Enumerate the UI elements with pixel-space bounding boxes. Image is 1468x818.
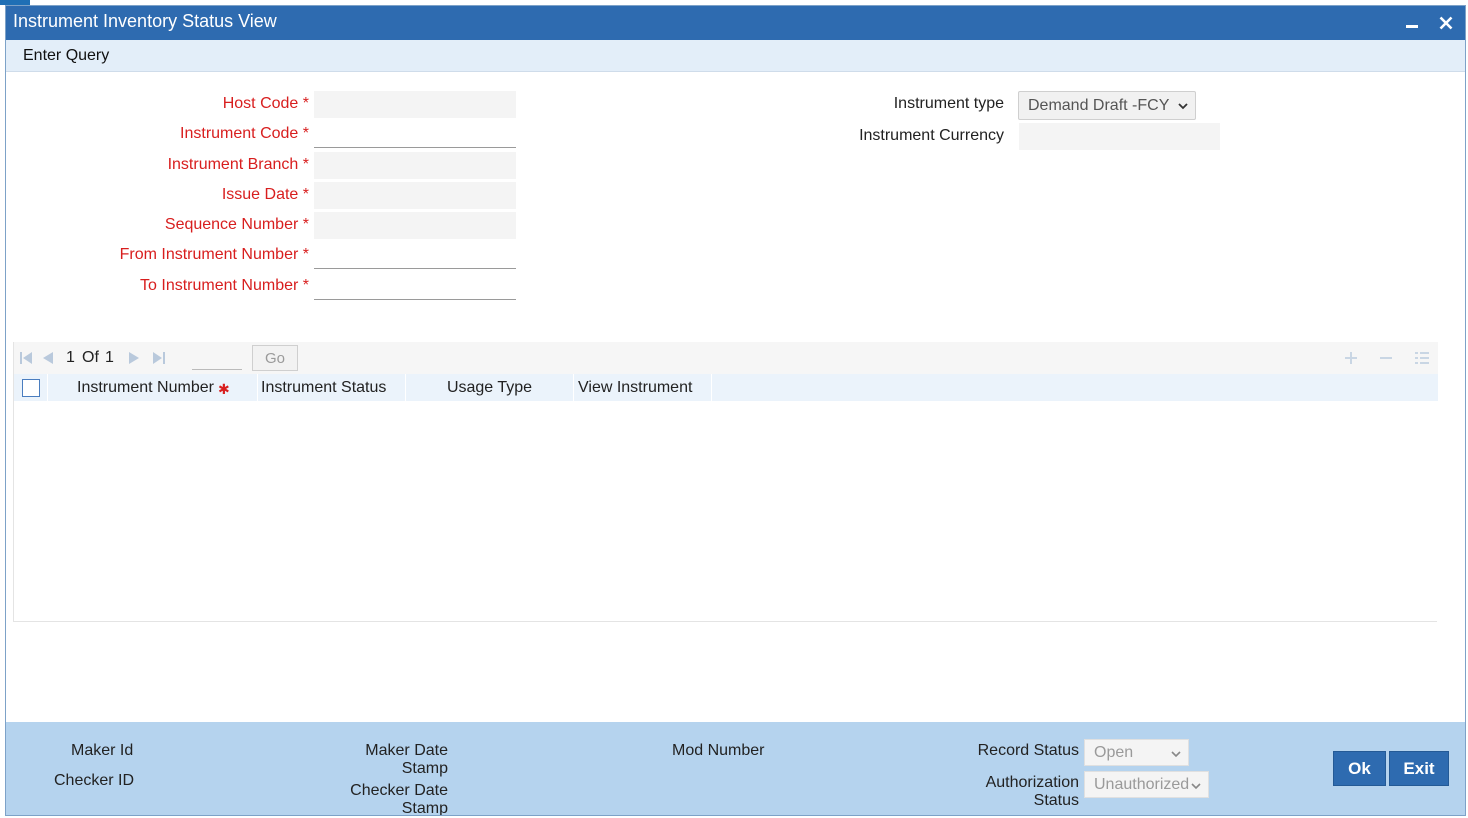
instrument-branch-input[interactable]	[314, 152, 516, 179]
grid-pager: 1 Of 1 Go	[14, 342, 1438, 374]
record-status-value: Open	[1094, 743, 1134, 761]
required-star: ✱	[217, 380, 230, 397]
select-all-cell	[14, 374, 48, 401]
host-code-label: Host Code *	[222, 95, 309, 112]
to-instrument-number-label: To Instrument Number *	[140, 277, 309, 294]
issue-date-label: Issue Date *	[221, 186, 309, 203]
ok-button[interactable]: Ok	[1333, 751, 1386, 786]
enter-query-menu-item[interactable]: Enter Query	[23, 47, 109, 65]
instrument-code-label: Instrument Code *	[180, 125, 309, 142]
record-status-select[interactable]: Open	[1084, 739, 1189, 766]
from-instrument-number-input[interactable]	[314, 242, 516, 269]
host-code-input[interactable]	[314, 91, 516, 118]
instrument-currency-label: Instrument Currency	[859, 127, 1004, 144]
record-status-label: Record Status	[977, 742, 1079, 759]
chevron-down-icon	[1178, 102, 1188, 109]
instrument-code-input[interactable]	[314, 121, 516, 148]
exit-button[interactable]: Exit	[1389, 751, 1449, 786]
mod-number-label: Mod Number	[672, 742, 765, 759]
page-number-input[interactable]	[192, 346, 242, 370]
sequence-number-input[interactable]	[314, 212, 516, 239]
total-pages: 1	[105, 349, 114, 366]
audit-footer: Maker Id Checker ID Maker Date Stamp Che…	[6, 722, 1465, 815]
from-instrument-number-label: From Instrument Number *	[119, 246, 309, 263]
instrument-inventory-window: Instrument Inventory Status View Enter Q…	[5, 5, 1466, 816]
list-view-icon[interactable]	[1414, 350, 1430, 366]
authorization-status-value: Unauthorized	[1094, 775, 1190, 793]
last-page-icon[interactable]	[152, 352, 165, 364]
maker-date-stamp-label: Maker Date Stamp	[365, 742, 448, 777]
to-instrument-number-input[interactable]	[314, 273, 516, 300]
go-button[interactable]: Go	[252, 345, 298, 371]
chevron-down-icon	[1191, 783, 1201, 790]
first-page-icon[interactable]	[20, 352, 33, 364]
checker-id-label: Checker ID	[54, 772, 135, 789]
close-button[interactable]	[1433, 10, 1459, 36]
minus-icon[interactable]	[1378, 350, 1394, 366]
instrument-currency-input[interactable]	[1019, 123, 1220, 150]
column-view-instrument[interactable]: View Instrument	[574, 374, 712, 401]
issue-date-input[interactable]	[314, 182, 516, 209]
authorization-status-select[interactable]: Unauthorized	[1084, 771, 1209, 798]
instrument-branch-label: Instrument Branch *	[167, 156, 309, 173]
menu-bar: Enter Query	[6, 40, 1465, 72]
next-page-icon[interactable]	[128, 352, 140, 364]
checker-date-stamp-label: Checker Date Stamp	[350, 782, 448, 816]
title-bar: Instrument Inventory Status View	[6, 6, 1465, 40]
grid-body	[14, 401, 1438, 621]
minimize-icon	[1406, 25, 1418, 28]
maker-id-label: Maker Id	[71, 742, 134, 759]
instrument-type-label: Instrument type	[893, 95, 1004, 112]
select-all-checkbox[interactable]	[22, 379, 40, 397]
minimize-button[interactable]	[1399, 10, 1425, 36]
instrument-type-select[interactable]: Demand Draft -FCY	[1018, 91, 1196, 120]
grid-header: Instrument Number ✱ Instrument Status Usa…	[14, 374, 1438, 401]
instrument-type-value: Demand Draft -FCY	[1028, 96, 1170, 114]
close-icon	[1439, 16, 1453, 30]
column-instrument-number[interactable]: Instrument Number ✱	[48, 374, 258, 401]
column-usage-type[interactable]: Usage Type	[406, 374, 574, 401]
prev-page-icon[interactable]	[42, 352, 54, 364]
current-page: 1	[66, 349, 75, 366]
instrument-grid: 1 Of 1 Go Instrument Number ✱ Instrument…	[13, 342, 1438, 622]
authorization-status-label: Authorization Status	[985, 774, 1079, 809]
column-instrument-status[interactable]: Instrument Status	[258, 374, 406, 401]
window-title: Instrument Inventory Status View	[13, 11, 277, 31]
plus-icon[interactable]	[1343, 350, 1359, 366]
page-of-label: Of	[82, 349, 99, 366]
sequence-number-label: Sequence Number *	[164, 216, 309, 233]
chevron-down-icon	[1171, 751, 1181, 758]
